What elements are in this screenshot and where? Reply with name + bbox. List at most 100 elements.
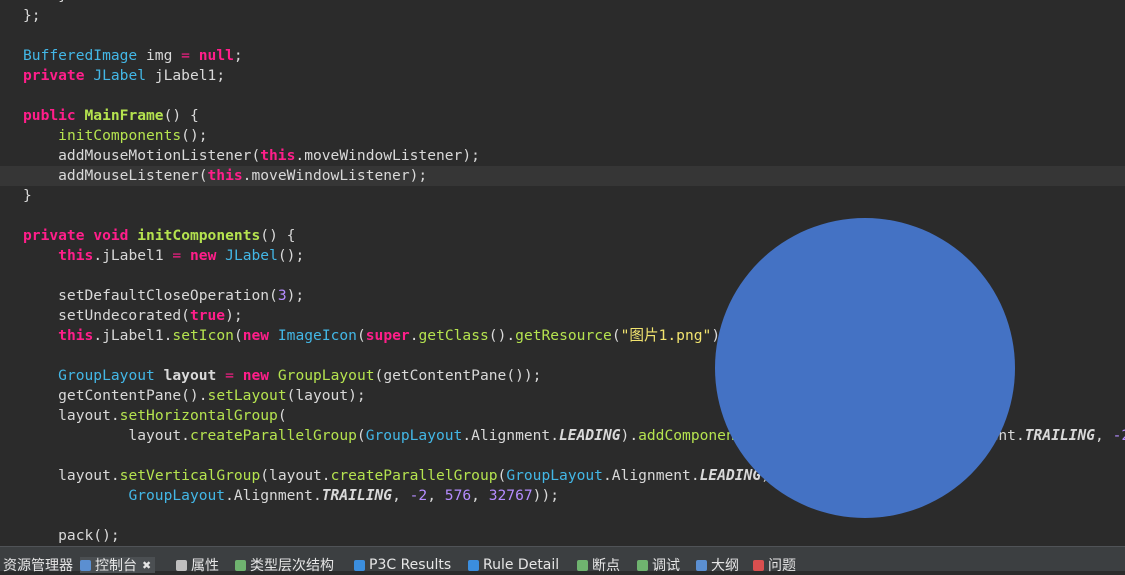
code-token: = [181,47,190,64]
code-line: } [0,186,1125,206]
code-line: addMouseMotionListener(this.moveWindowLi… [0,146,1125,166]
tab-label: 断点 [592,558,620,574]
code-token: setVerticalGroup [119,467,261,484]
breakpoint-icon [577,559,588,571]
code-token: (layout [260,467,322,484]
code-token: () { [260,227,296,244]
code-token: 3 [277,287,287,304]
code-token: new [242,327,270,344]
code-token: . [409,327,419,344]
code-token: JLabel [93,67,147,84]
code-line-current: addMouseListener(this.moveWindowListener… [0,166,1125,186]
code-token: TRAILING [321,487,393,504]
code-token: private [23,227,85,244]
code-token: . [225,487,234,504]
code-token: . [110,467,120,484]
tab-label: 问题 [768,558,796,574]
code-token: public [23,107,76,124]
code-token: layout [23,407,111,424]
code-token: ( [277,407,287,424]
code-token: TRAILING [1024,427,1096,444]
code-token: . [110,407,120,424]
code-token: setIcon [172,327,234,344]
code-token: = [172,247,182,264]
code-token: this [58,327,94,344]
code-line: }; [0,6,1125,26]
code-line: initComponents(); [0,126,1125,146]
code-token: addMouseMotionListener( [23,147,261,164]
outline-icon [696,559,707,571]
code-token: = [225,367,234,384]
code-token: , [1095,427,1113,444]
code-token: -2 [1112,427,1125,444]
code-token: . [295,147,305,164]
code-token: getResource [515,327,612,344]
code-token: new [242,367,270,384]
tab-label: 资源管理器 [3,558,73,574]
bottom-view-tabbar: 资源管理器 控制台 ✖ 属性 类型层次结构 P3C Results Rule Detail 断… [0,546,1125,574]
debug-icon [637,559,648,571]
code-token: layout [23,467,111,484]
code-token: ImageIcon [277,327,357,344]
code-token: (layout); [286,387,366,404]
code-token: ). [620,427,639,444]
code-token: addMouseListener( [23,167,208,184]
code-token: . [312,487,322,504]
code-token: . [462,427,472,444]
code-token: setUndecorated( [23,307,190,324]
code-token: -2 [409,487,428,504]
code-token: Alignment [233,487,313,504]
close-icon[interactable]: ✖ [142,559,151,572]
code-token: layout [23,427,182,444]
properties-icon [176,559,187,571]
code-token: Alignment [471,427,551,444]
code-token: jLabel1 [102,327,164,344]
code-token: JLabel [225,247,278,264]
hierarchy-icon [235,559,246,571]
code-token: 576 [444,487,472,504]
code-token: getContentPane() [23,387,199,404]
problems-icon [753,559,764,571]
code-token: , [427,487,445,504]
code-token: ( [497,467,507,484]
code-token: this [58,247,94,264]
code-token: initComponents [137,227,261,244]
code-token: moveWindowListener); [251,167,428,184]
code-token: ( [356,427,366,444]
code-token: this [260,147,296,164]
console-icon [80,559,91,571]
code-token: jLabel1; [146,67,226,84]
tab-label: 属性 [191,558,219,574]
code-token: . [602,467,612,484]
tab-label: 控制台 [95,558,137,574]
code-token: (); [181,127,208,144]
code-token: ); [225,307,243,324]
code-line: private JLabel jLabel1; [0,66,1125,86]
code-token: new [190,247,217,264]
code-token: . [181,427,190,444]
code-token: super [365,327,410,344]
code-token: } [23,0,67,4]
code-token: )); [532,487,560,504]
code-token: this [207,167,243,184]
code-token: createParallelGroup [189,427,357,444]
code-token: layout [163,367,217,384]
blue-circle-overlay [715,218,1015,518]
code-token: void [93,227,129,244]
code-token: . [1015,427,1025,444]
